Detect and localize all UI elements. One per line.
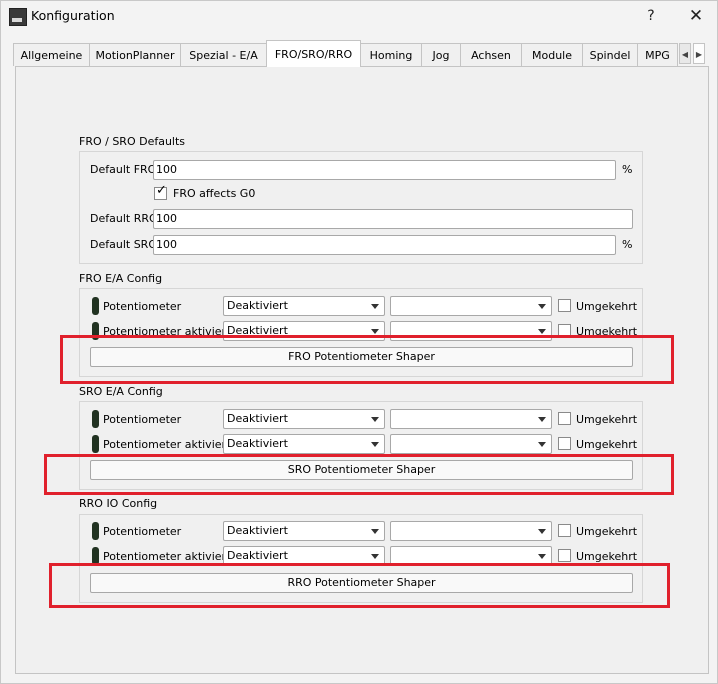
sro-pot-pin-select[interactable] <box>390 409 552 429</box>
sro-pot-mode-value: Deaktiviert <box>227 412 288 425</box>
chevron-down-icon <box>538 554 546 559</box>
checkmark-icon: ✓ <box>156 183 167 198</box>
tab-fro-sro-rro[interactable]: FRO/SRO/RRO <box>266 40 361 67</box>
highlight-frame-rro <box>49 563 670 608</box>
app-logo-icon <box>9 8 27 26</box>
rro-pot-mode-select[interactable]: Deaktiviert <box>223 521 385 541</box>
tab-scroll-left-icon[interactable]: ◀ <box>679 43 691 64</box>
rro-pot-enable-invert-label: Umgekehrt <box>576 550 638 563</box>
sro-pot-enable-invert-label: Umgekehrt <box>576 438 638 451</box>
tab-spezial-ea[interactable]: Spezial - E/A <box>180 43 267 66</box>
tab-jog[interactable]: Jog <box>421 43 461 66</box>
highlight-frame-sro <box>44 454 674 495</box>
tab-scroll-right-icon[interactable]: ▶ <box>693 43 705 64</box>
fro-pot-status-led <box>92 297 99 315</box>
default-sro-label: Default SRO <box>90 238 157 251</box>
fro-pot-mode-value: Deaktiviert <box>227 299 288 312</box>
defaults-group-title: FRO / SRO Defaults <box>79 135 186 148</box>
sro-pot-enable-mode-value: Deaktiviert <box>227 437 288 450</box>
tab-achsen[interactable]: Achsen <box>460 43 522 66</box>
tab-motionplanner[interactable]: MotionPlanner <box>89 43 181 66</box>
chevron-down-icon <box>371 554 379 559</box>
title-bar: Konfiguration ? ✕ <box>1 1 717 31</box>
sro-pot-invert-checkbox[interactable] <box>558 412 571 425</box>
sro-pot-enable-label: Potentiometer aktivieren <box>103 438 240 451</box>
chevron-down-icon <box>538 304 546 309</box>
rro-pot-enable-label: Potentiometer aktivieren <box>103 550 240 563</box>
highlight-frame-fro <box>60 335 674 384</box>
chevron-down-icon <box>538 442 546 447</box>
sro-pot-enable-pin-select[interactable] <box>390 434 552 454</box>
rro-pot-enable-invert-checkbox[interactable] <box>558 549 571 562</box>
fro-pot-label: Potentiometer <box>103 300 182 313</box>
rro-pot-label: Potentiometer <box>103 525 182 538</box>
fro-pot-invert-checkbox[interactable] <box>558 299 571 312</box>
tab-allgemeine[interactable]: Allgemeine <box>13 43 90 66</box>
tab-spindel[interactable]: Spindel <box>582 43 638 66</box>
sro-pot-enable-status-led <box>92 435 99 453</box>
default-sro-unit: % <box>622 238 633 251</box>
fro-affects-g0-label: FRO affects G0 <box>173 187 256 200</box>
sro-config-title: SRO E/A Config <box>79 385 163 398</box>
rro-pot-invert-checkbox[interactable] <box>558 524 571 537</box>
rro-pot-pin-select[interactable] <box>390 521 552 541</box>
fro-pot-pin-select[interactable] <box>390 296 552 316</box>
chevron-down-icon <box>538 417 546 422</box>
tab-mpg[interactable]: MPG <box>637 43 678 66</box>
default-sro-input[interactable]: 100 <box>153 235 616 255</box>
chevron-down-icon <box>371 529 379 534</box>
rro-pot-mode-value: Deaktiviert <box>227 524 288 537</box>
sro-pot-label: Potentiometer <box>103 413 182 426</box>
chevron-down-icon <box>371 304 379 309</box>
tab-bar: Allgemeine MotionPlanner Spezial - E/A F… <box>13 40 713 67</box>
rro-pot-invert-label: Umgekehrt <box>576 525 638 538</box>
chevron-down-icon <box>371 442 379 447</box>
sro-pot-status-led <box>92 410 99 428</box>
rro-config-title: RRO IO Config <box>79 497 158 510</box>
close-icon[interactable]: ✕ <box>682 5 710 27</box>
chevron-down-icon <box>371 329 379 334</box>
default-fro-unit: % <box>622 163 633 176</box>
default-fro-input[interactable]: 100 <box>153 160 616 180</box>
fro-pot-invert-label: Umgekehrt <box>576 300 638 313</box>
fro-config-title: FRO E/A Config <box>79 272 163 285</box>
rro-pot-status-led <box>92 522 99 540</box>
default-rro-input[interactable]: 100 <box>153 209 633 229</box>
rro-pot-enable-mode-value: Deaktiviert <box>227 549 288 562</box>
fro-affects-g0-checkbox[interactable]: ✓ <box>154 183 167 200</box>
chevron-down-icon <box>371 417 379 422</box>
help-button[interactable]: ? <box>637 5 665 27</box>
sro-pot-enable-invert-checkbox[interactable] <box>558 437 571 450</box>
window-title: Konfiguration <box>31 8 115 23</box>
default-fro-label: Default FRO <box>90 163 157 176</box>
sro-pot-enable-mode-select[interactable]: Deaktiviert <box>223 434 385 454</box>
default-rro-label: Default RRO <box>90 212 158 225</box>
tab-module[interactable]: Module <box>521 43 583 66</box>
chevron-down-icon <box>538 329 546 334</box>
sro-pot-invert-label: Umgekehrt <box>576 413 638 426</box>
tab-homing[interactable]: Homing <box>360 43 422 66</box>
fro-pot-mode-select[interactable]: Deaktiviert <box>223 296 385 316</box>
chevron-down-icon <box>538 529 546 534</box>
sro-pot-mode-select[interactable]: Deaktiviert <box>223 409 385 429</box>
config-window: Konfiguration ? ✕ Allgemeine MotionPlann… <box>0 0 718 684</box>
